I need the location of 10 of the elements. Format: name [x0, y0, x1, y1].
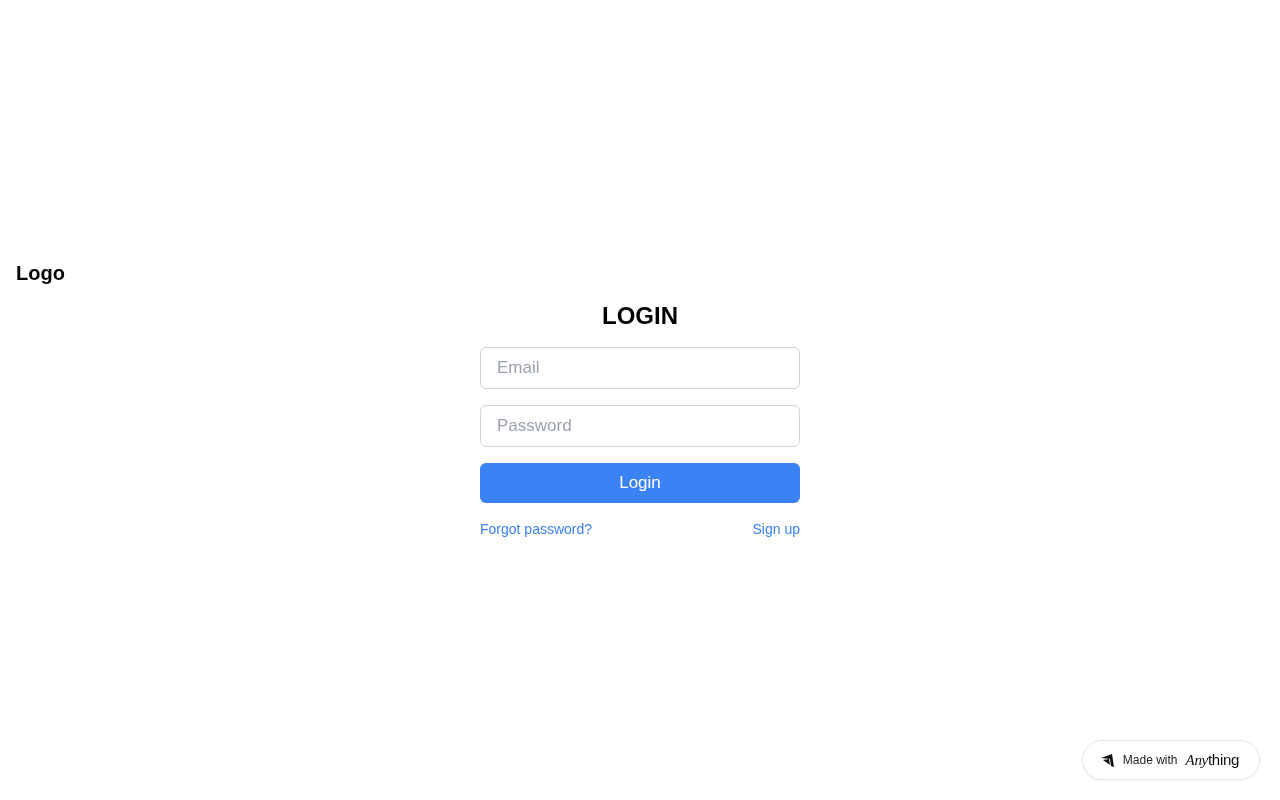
- login-button[interactable]: Login: [480, 463, 800, 503]
- made-with-badge[interactable]: Made with Anything: [1081, 740, 1260, 780]
- forgot-password-link[interactable]: Forgot password?: [480, 519, 593, 539]
- brand-logo: Anything: [1185, 751, 1239, 769]
- password-field[interactable]: Password: [480, 405, 800, 447]
- sign-up-link[interactable]: Sign up: [752, 519, 800, 539]
- logo-text: Logo: [16, 262, 65, 284]
- badge-label: Made with: [1122, 753, 1178, 767]
- login-title: LOGIN: [601, 301, 679, 331]
- email-field[interactable]: Email: [480, 347, 800, 389]
